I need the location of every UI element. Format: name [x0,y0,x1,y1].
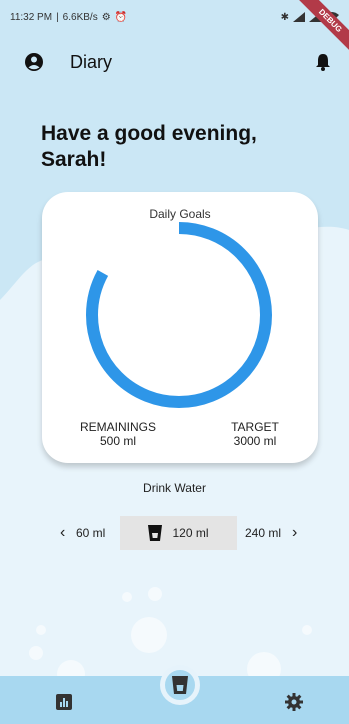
amount-selected-label: 120 ml [172,526,209,540]
status-bar: 11:32 PM | 6.6KB/s ⚙ ⏰ ✱ DEBUG [0,0,349,58]
chevron-right-icon[interactable]: › [292,525,297,541]
app-bar: Diary [0,42,349,82]
bell-icon[interactable] [315,53,331,71]
bubble [122,592,132,602]
chevron-left-icon[interactable]: ‹ [60,525,65,541]
amount-prev[interactable]: 60 ml [76,526,105,540]
cup-icon [148,525,163,541]
bubble [131,617,167,653]
app-title: Diary [70,51,113,72]
alarm-icon: ⏰ [114,11,128,23]
target-stat: TARGET 3000 ml [220,420,290,448]
bubble [302,625,312,635]
drink-water-label: Drink Water [143,481,206,495]
bubble [148,587,162,601]
gear-icon[interactable] [285,693,303,711]
add-drink-button[interactable] [160,665,200,705]
bar-chart-icon[interactable] [56,694,72,710]
amount-selector: ‹ 60 ml 120 ml 240 ml › [0,516,349,550]
daily-goals-card: Daily Goals REMAININGS 500 ml TARGET 300… [42,192,318,463]
signal-icon [293,12,305,22]
status-divider: | [56,11,59,23]
amount-next[interactable]: 240 ml [245,526,281,540]
status-speed: 6.6KB/s [62,11,98,23]
cup-icon [172,676,188,694]
bluetooth-icon: ✱ [280,11,289,23]
remaining-stat: REMAININGS 500 ml [78,420,158,448]
greeting-text: Have a good evening, Sarah! [41,122,257,171]
sync-icon: ⚙ [101,11,111,23]
bubble [36,625,46,635]
target-label: TARGET [231,420,279,434]
bubble [29,646,43,660]
status-time: 11:32 PM [10,11,53,23]
remaining-value: 500 ml [99,434,137,448]
remaining-label: REMAININGS [79,420,156,434]
target-value: 3000 ml [233,434,277,448]
amount-selected-button[interactable]: 120 ml [120,516,237,550]
account-icon[interactable] [24,52,44,72]
